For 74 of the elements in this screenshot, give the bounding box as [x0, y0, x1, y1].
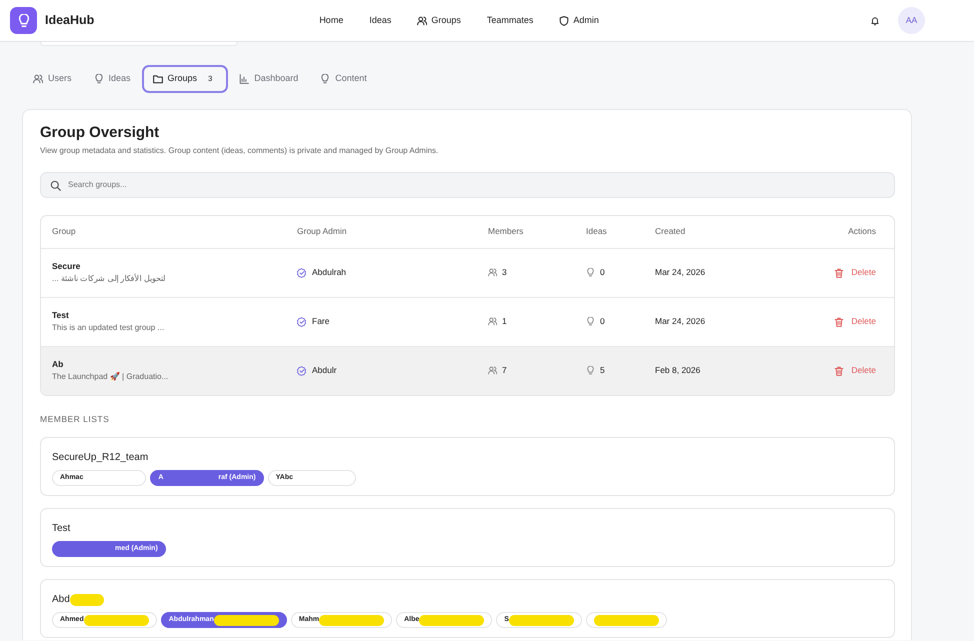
shield-icon	[559, 16, 570, 26]
tab[interactable]: Dashboard	[228, 65, 310, 92]
column-header: Group Admin	[297, 225, 348, 238]
group-name: SecureUp_R12_team	[52, 451, 148, 466]
redaction-mark	[508, 614, 574, 626]
group-description: The Launchpad 🚀 | Graduatio...	[52, 370, 170, 383]
nav-link[interactable]: Ideas	[369, 10, 392, 32]
redaction-mark	[84, 614, 149, 626]
folder-icon	[152, 74, 163, 84]
group-name: Test	[52, 522, 70, 536]
lightbulb-icon	[320, 74, 330, 84]
redaction-mark	[419, 614, 484, 626]
member-count: 7	[502, 364, 507, 377]
redaction-mark	[594, 614, 659, 626]
users-icon	[33, 74, 43, 84]
column-header: Group	[52, 225, 77, 238]
lightbulb-icon	[586, 268, 595, 277]
column-header: Members	[488, 225, 524, 238]
users-icon	[488, 268, 497, 277]
redaction-mark	[214, 614, 279, 626]
search-icon	[50, 180, 61, 190]
column-header: Created	[655, 225, 686, 238]
delete-button[interactable]: Delete	[834, 315, 876, 328]
check-badge-icon	[297, 366, 307, 376]
users-icon	[488, 366, 497, 375]
lightbulb-icon	[586, 366, 595, 375]
created-date: Mar 24, 2026	[655, 266, 706, 279]
admin-name: Abdulr	[312, 364, 337, 377]
idea-count: 0	[600, 266, 605, 279]
idea-count: 0	[600, 315, 605, 328]
delete-button[interactable]: Delete	[834, 266, 876, 279]
tab[interactable]: Content	[309, 65, 378, 92]
brand-name[interactable]: IdeaHub	[45, 11, 94, 30]
group-description: لتحويل الأفكار إلى شركات ناشئة ...	[52, 272, 166, 285]
admin-name: Fare	[312, 315, 330, 328]
bar-chart-icon	[239, 74, 250, 84]
nav-link[interactable]: Teammates	[486, 10, 534, 32]
admin-name: Abdulrah	[312, 266, 346, 279]
lightbulb-icon	[586, 317, 595, 326]
group-name: Ab	[52, 358, 64, 371]
redaction-mark	[70, 594, 104, 606]
delete-button[interactable]: Delete	[834, 364, 876, 377]
user-avatar[interactable]: AA	[898, 7, 925, 34]
redaction-mark	[319, 614, 384, 626]
nav-link[interactable]: Admin	[559, 10, 599, 32]
notification-icon[interactable]	[870, 16, 880, 26]
column-header: Actions	[847, 225, 876, 238]
group-name: Test	[52, 309, 70, 322]
member-count: 3	[502, 266, 507, 279]
logo-icon	[10, 7, 37, 34]
group-description: This is an updated test group ...	[52, 322, 166, 334]
trash-icon	[834, 268, 844, 278]
created-date: Feb 8, 2026	[655, 364, 702, 377]
panel-title: Group Oversight	[40, 124, 160, 142]
panel-subtitle: View group metadata and statistics. Group content (ideas, comments) is private and managed by Group Admins.	[40, 144, 440, 156]
lightbulb-icon	[94, 74, 104, 84]
column-header: Ideas	[586, 225, 608, 238]
trash-icon	[834, 316, 844, 326]
check-badge-icon	[297, 316, 307, 326]
member-count: 1	[502, 315, 507, 328]
nav-link[interactable]: Groups	[417, 10, 461, 32]
created-date: Mar 24, 2026	[655, 315, 706, 328]
users-icon	[488, 317, 497, 326]
trash-icon	[834, 366, 844, 376]
check-badge-icon	[297, 268, 307, 278]
tab[interactable]: Users	[22, 65, 83, 92]
tab[interactable]: Ideas	[82, 65, 142, 92]
group-name: Abd	[52, 593, 70, 608]
idea-count: 5	[600, 364, 605, 377]
group-name: Secure	[52, 260, 82, 273]
nav-link[interactable]: Home	[319, 10, 344, 32]
section-heading: MEMBER LISTS	[40, 412, 110, 426]
search-field[interactable]: Search groups...	[40, 172, 895, 198]
users-icon	[417, 16, 428, 26]
